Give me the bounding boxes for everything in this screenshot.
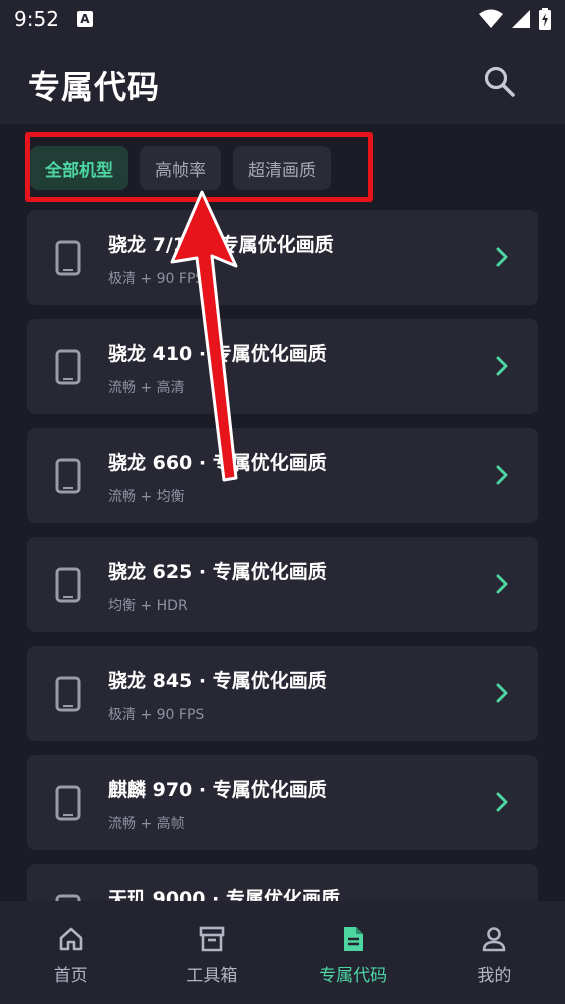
list-item[interactable]: 骁龙 660 · 专属优化画质 流畅 + 均衡 — [27, 428, 538, 523]
item-title: 麒麟 970 · 专属优化画质 — [108, 779, 327, 801]
nav-exclusive-code-label: 专属代码 — [319, 966, 388, 986]
battery-icon — [539, 8, 551, 30]
search-button[interactable] — [478, 60, 522, 104]
item-title: 骁龙 625 · 专属优化画质 — [108, 561, 327, 583]
nav-toolbox[interactable]: 工具箱 — [141, 901, 282, 1004]
list-item[interactable]: 骁龙 7/10 · 专属优化画质 极清 + 90 FPS — [27, 210, 538, 305]
page-title: 专属代码 — [28, 68, 161, 106]
item-subtitle: 流畅 + 均衡 — [108, 489, 185, 505]
item-subtitle: 极清 + 90 FPS — [108, 271, 205, 287]
search-icon — [484, 66, 515, 97]
chevron-right-icon — [496, 683, 508, 703]
item-subtitle: 极清 + 90 FPS — [108, 707, 205, 723]
item-subtitle: 均衡 + HDR — [108, 598, 188, 614]
item-title: 骁龙 7/10 · 专属优化画质 — [108, 234, 334, 256]
status-time: 9:52 — [14, 7, 59, 31]
nav-exclusive-code[interactable]: 专属代码 — [283, 901, 424, 1004]
item-title: 骁龙 410 · 专属优化画质 — [108, 343, 327, 365]
status-icons — [479, 8, 551, 30]
phone-icon — [55, 785, 81, 821]
nav-profile-label: 我的 — [477, 966, 512, 986]
chevron-right-icon — [496, 574, 508, 594]
list-item[interactable]: 骁龙 845 · 专属优化画质 极清 + 90 FPS — [27, 646, 538, 741]
document-icon — [344, 927, 364, 951]
nav-profile[interactable]: 我的 — [424, 901, 565, 1004]
item-title: 骁龙 660 · 专属优化画质 — [108, 452, 327, 474]
nav-toolbox-label: 工具箱 — [186, 966, 238, 986]
signal-icon — [512, 10, 530, 28]
home-icon — [59, 927, 82, 951]
chevron-right-icon — [496, 247, 508, 267]
chevron-right-icon — [496, 792, 508, 812]
chevron-right-icon — [496, 465, 508, 485]
bottom-navigation: 首页 工具箱 专属代码 我的 — [0, 901, 565, 1004]
item-subtitle: 流畅 + 高帧 — [108, 816, 185, 832]
wifi-icon — [479, 9, 503, 28]
phone-icon — [55, 240, 81, 276]
nav-home[interactable]: 首页 — [0, 901, 141, 1004]
phone-icon — [55, 676, 81, 712]
person-icon — [483, 927, 506, 952]
phone-icon — [55, 349, 81, 385]
item-title: 骁龙 845 · 专属优化画质 — [108, 670, 327, 692]
list-item[interactable]: 骁龙 410 · 专属优化画质 流畅 + 高清 — [27, 319, 538, 414]
phone-icon — [55, 567, 81, 603]
notification-icon: A — [76, 11, 93, 27]
item-subtitle: 流畅 + 高清 — [108, 380, 185, 396]
app-header: 专属代码 — [0, 38, 565, 124]
nav-home-label: 首页 — [53, 966, 88, 986]
device-code-list: 骁龙 7/10 · 专属优化画质 极清 + 90 FPS 骁龙 410 · 专属… — [27, 210, 538, 959]
archive-icon — [199, 926, 225, 952]
annotation-highlight-box — [25, 132, 373, 202]
status-bar: 9:52 A — [0, 0, 565, 38]
list-item[interactable]: 骁龙 625 · 专属优化画质 均衡 + HDR — [27, 537, 538, 632]
chevron-right-icon — [496, 356, 508, 376]
phone-icon — [55, 458, 81, 494]
list-item[interactable]: 麒麟 970 · 专属优化画质 流畅 + 高帧 — [27, 755, 538, 850]
